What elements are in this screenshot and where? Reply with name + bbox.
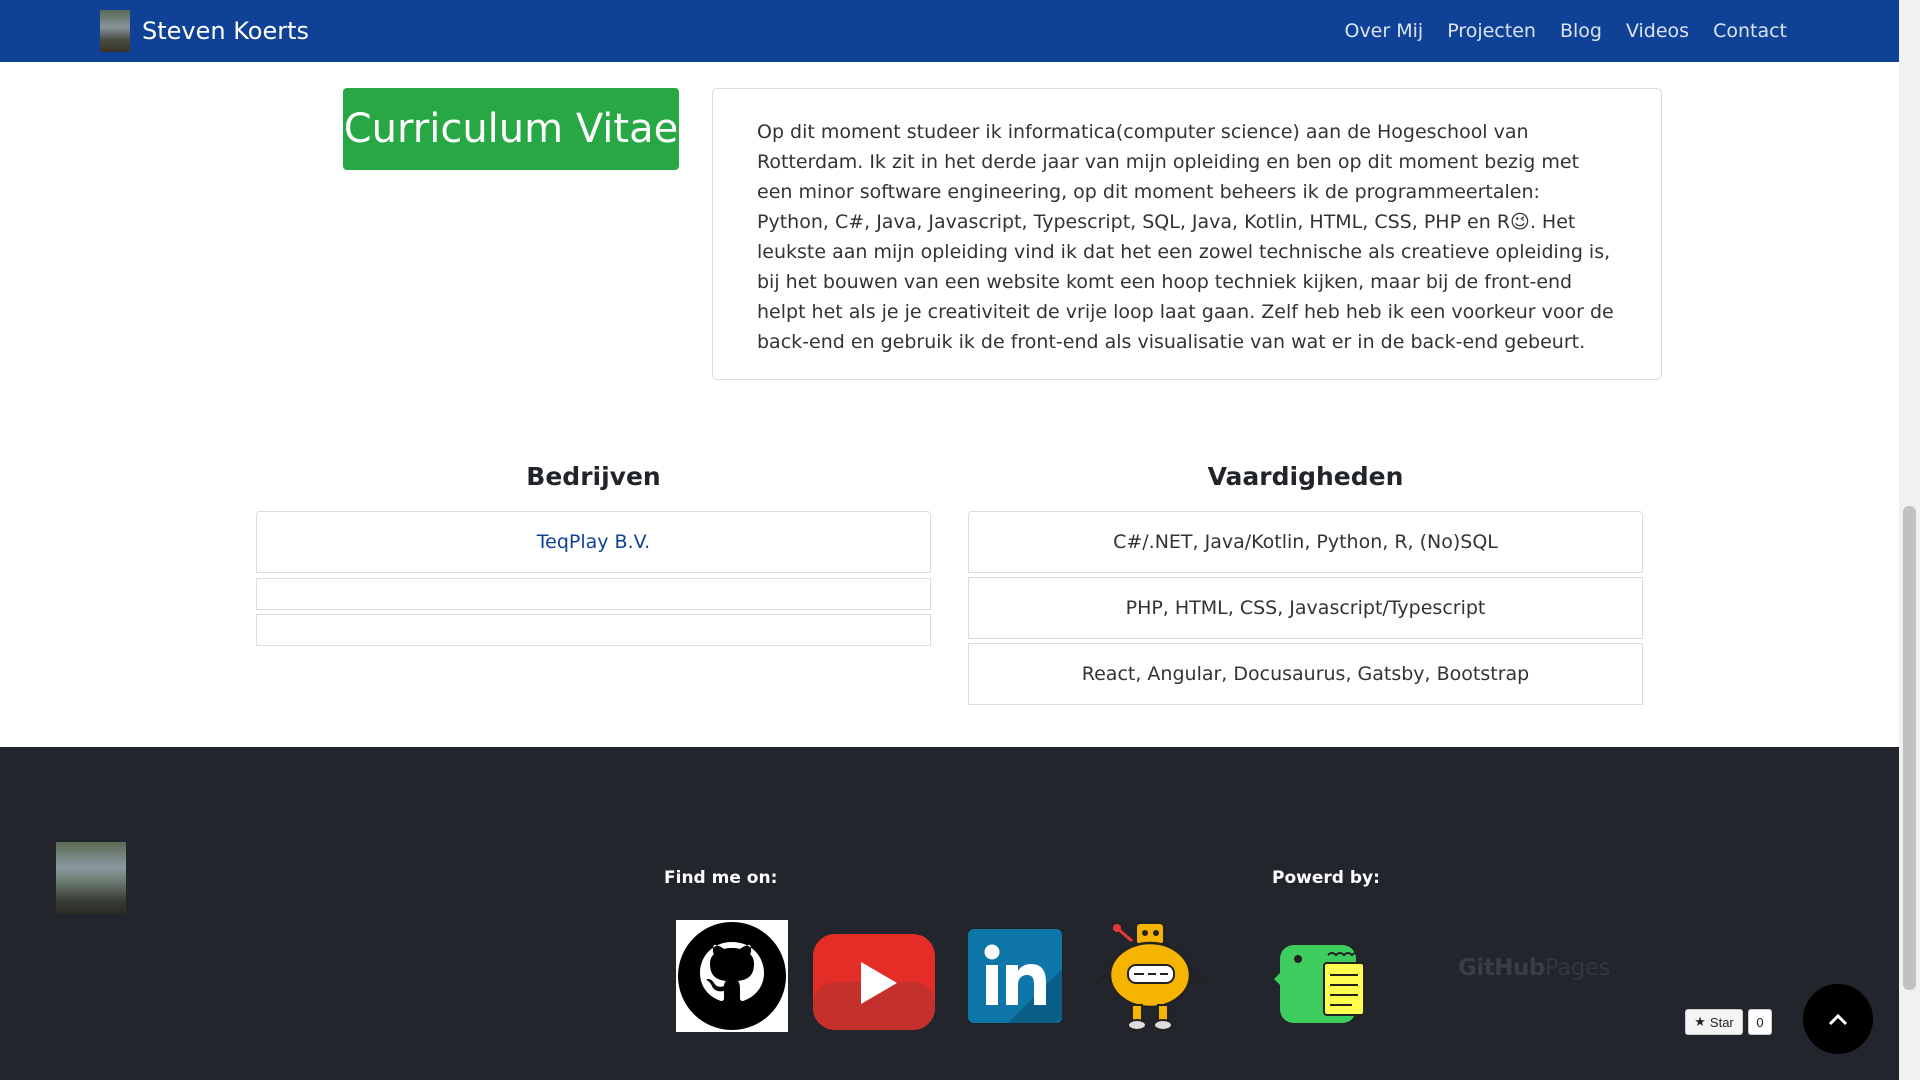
github-pages-light: Pages — [1544, 955, 1611, 981]
github-star-button[interactable]: ★ Star — [1685, 1009, 1743, 1035]
linkedin-icon[interactable] — [968, 929, 1062, 1023]
curriculum-vitae-button[interactable]: Curriculum Vitae — [343, 88, 679, 170]
scrollbar-thumb[interactable] — [1903, 506, 1916, 990]
skills-title: Vaardigheden — [1207, 462, 1404, 491]
skill-item: C#/.NET, Java/Kotlin, Python, R, (No)SQL — [968, 511, 1643, 573]
company-item[interactable]: TeqPlay B.V. — [256, 511, 931, 573]
footer: Find me on: Powerd by: GitHubPages ★ Sta… — [0, 747, 1899, 1080]
footer-avatar — [56, 842, 126, 914]
star-icon: ★ — [1694, 1014, 1706, 1029]
nav-links: Over Mij Projecten Blog Videos Contact — [1344, 0, 1787, 62]
star-count: 0 — [1748, 1009, 1772, 1035]
brand-name[interactable]: Steven Koerts — [142, 17, 309, 45]
nav-link-projecten[interactable]: Projecten — [1447, 20, 1536, 42]
find-me-heading: Find me on: — [664, 868, 778, 888]
robot-icon[interactable] — [1092, 917, 1208, 1035]
company-item-empty — [256, 614, 931, 646]
star-label: Star — [1709, 1014, 1734, 1030]
skill-item: PHP, HTML, CSS, Javascript/Typescript — [968, 577, 1643, 639]
companies-title: Bedrijven — [526, 462, 661, 491]
back-to-top-button[interactable] — [1803, 984, 1873, 1054]
brand[interactable]: Steven Koerts — [100, 10, 309, 52]
about-text: Op dit moment studeer ik informatica(com… — [757, 121, 1614, 353]
skill-item: React, Angular, Docusaurus, Gatsby, Boot… — [968, 643, 1643, 705]
page-scrollbar[interactable] — [1899, 0, 1920, 1080]
youtube-icon[interactable] — [811, 932, 937, 1032]
nav-link-contact[interactable]: Contact — [1713, 20, 1787, 42]
navbar: Steven Koerts Over Mij Projecten Blog Vi… — [0, 0, 1899, 62]
github-icon[interactable] — [676, 920, 788, 1032]
nav-link-over-mij[interactable]: Over Mij — [1344, 20, 1423, 42]
github-pages-logo[interactable]: GitHubPages — [1458, 955, 1611, 981]
chevron-up-icon — [1828, 1013, 1848, 1026]
company-link[interactable]: TeqPlay B.V. — [537, 531, 650, 553]
github-pages-bold: GitHub — [1458, 955, 1545, 981]
brand-avatar — [100, 10, 130, 52]
company-item-empty — [256, 578, 931, 610]
nav-link-blog[interactable]: Blog — [1560, 20, 1602, 42]
about-card: Op dit moment studeer ik informatica(com… — [712, 88, 1662, 380]
powered-by-heading: Powerd by: — [1272, 868, 1380, 888]
docusaurus-icon[interactable] — [1272, 939, 1372, 1025]
nav-link-videos[interactable]: Videos — [1626, 20, 1689, 42]
